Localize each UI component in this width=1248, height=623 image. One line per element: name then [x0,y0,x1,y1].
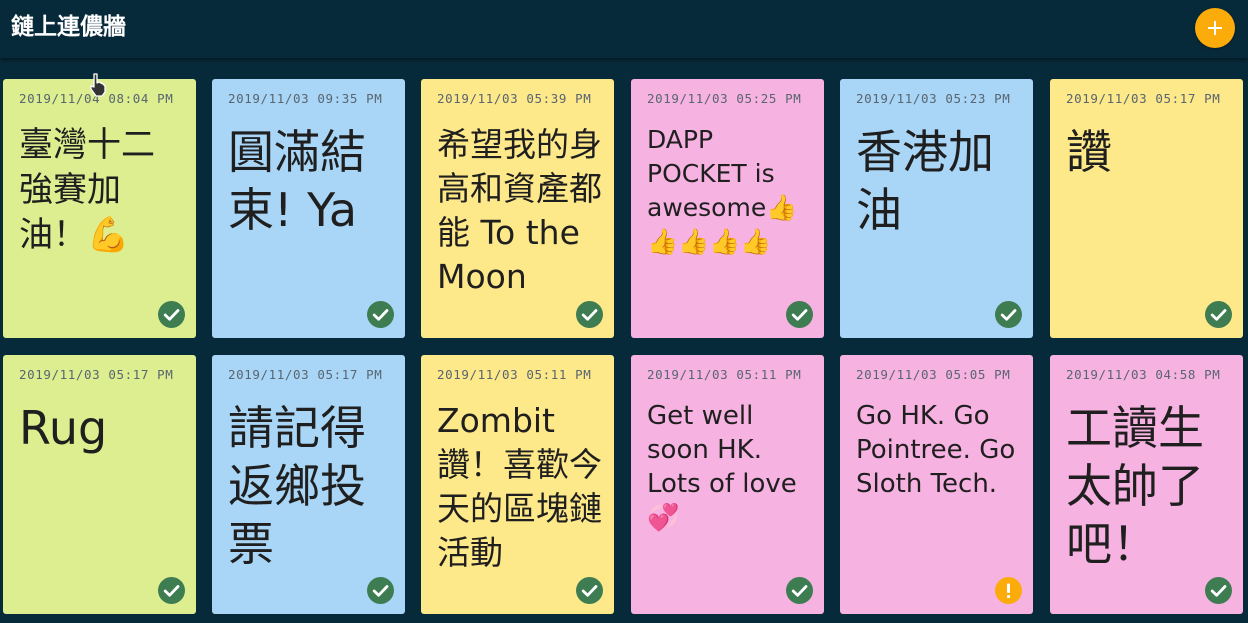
top-app-bar: 鏈上連儂牆 [0,0,1248,58]
alert-circle-icon [995,577,1022,604]
note-card[interactable]: 2019/11/03 09:35 PM 圓滿結束! Ya [212,79,405,338]
note-card[interactable]: 2019/11/03 05:11 PM Zombit讚！喜歡今天的區塊鏈活動 [421,355,614,614]
check-circle-icon [158,301,185,328]
note-message: 讚 [1066,125,1112,179]
note-card[interactable]: 2019/11/03 05:05 PM Go HK. Go Pointree. … [840,355,1033,614]
note-timestamp: 2019/11/03 05:23 PM [856,91,1011,106]
note-card[interactable]: 2019/11/03 05:17 PM 讚 [1050,79,1243,338]
check-circle-icon [995,301,1022,328]
note-timestamp: 2019/11/03 05:17 PM [19,367,174,382]
note-card[interactable]: 2019/11/03 04:58 PM 工讀生太帥了吧！ [1050,355,1243,614]
note-message: 香港加油 [856,125,994,237]
note-message: 圓滿結束! Ya [228,125,366,237]
note-message: 希望我的身高和資產都能 To the Moon [437,125,602,296]
note-timestamp: 2019/11/04 08:04 PM [19,91,174,106]
check-circle-icon [367,301,394,328]
check-circle-icon [1205,301,1232,328]
check-circle-icon [576,301,603,328]
check-circle-icon [786,301,813,328]
note-message: Go HK. Go Pointree. Go Sloth Tech. [856,401,1016,499]
note-timestamp: 2019/11/03 05:39 PM [437,91,592,106]
check-circle-icon [786,577,813,604]
note-message: Get well soon HK. Lots of love 💞 [647,401,797,533]
note-message: Rug [19,401,108,455]
note-message: 臺灣十二強賽加油！💪 [19,125,155,255]
check-circle-icon [367,577,394,604]
note-timestamp: 2019/11/03 05:11 PM [437,367,592,382]
note-timestamp: 2019/11/03 05:25 PM [647,91,802,106]
plus-icon [1208,21,1222,35]
note-timestamp: 2019/11/03 09:35 PM [228,91,383,106]
note-card[interactable]: 2019/11/03 05:39 PM 希望我的身高和資產都能 To the M… [421,79,614,338]
note-timestamp: 2019/11/03 04:58 PM [1066,367,1221,382]
note-timestamp: 2019/11/03 05:05 PM [856,367,1011,382]
note-card[interactable]: 2019/11/03 05:23 PM 香港加油 [840,79,1033,338]
note-timestamp: 2019/11/03 05:17 PM [1066,91,1221,106]
note-message: DAPP POCKET is awesome👍👍👍👍👍 [647,125,798,256]
note-timestamp: 2019/11/03 05:17 PM [228,367,383,382]
app-title: 鏈上連儂牆 [11,14,126,40]
note-message: 工讀生太帥了吧！ [1066,401,1204,571]
note-timestamp: 2019/11/03 05:11 PM [647,367,802,382]
check-circle-icon [576,577,603,604]
add-note-button[interactable] [1195,8,1235,48]
note-card[interactable]: 2019/11/04 08:04 PM 臺灣十二強賽加油！💪 [3,79,196,338]
notes-wall: 2019/11/04 08:04 PM 臺灣十二強賽加油！💪 2019/11/0… [0,58,1248,623]
check-circle-icon [1205,577,1232,604]
check-circle-icon [158,577,185,604]
note-card[interactable]: 2019/11/03 05:17 PM Rug [3,355,196,614]
note-card[interactable]: 2019/11/03 05:17 PM 請記得返鄉投票 [212,355,405,614]
note-message: 請記得返鄉投票 [228,401,366,571]
note-card[interactable]: 2019/11/03 05:25 PM DAPP POCKET is aweso… [631,79,824,338]
note-message: Zombit讚！喜歡今天的區塊鏈活動 [437,401,602,572]
note-card[interactable]: 2019/11/03 05:11 PM Get well soon HK. Lo… [631,355,824,614]
